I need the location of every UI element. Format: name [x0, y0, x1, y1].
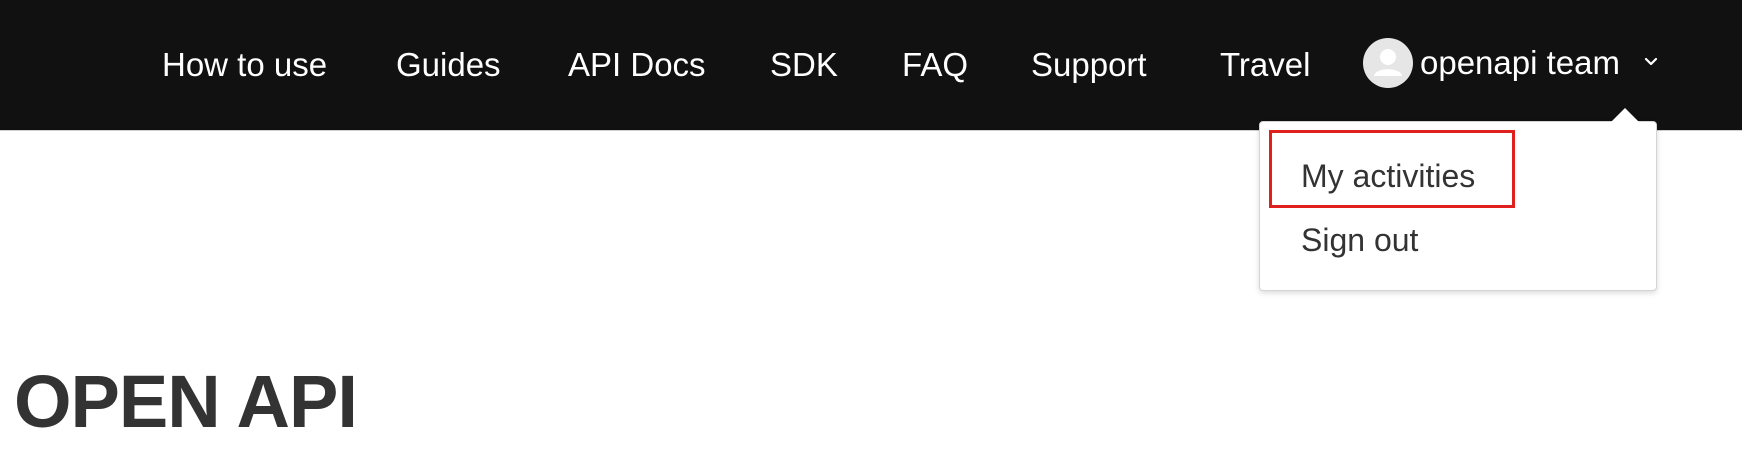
nav-api-docs-link[interactable]: API Docs — [568, 44, 706, 86]
page-title: OPEN API — [14, 360, 358, 443]
user-avatar-icon[interactable] — [1363, 38, 1413, 88]
nav-travel-link[interactable]: Travel — [1220, 44, 1310, 86]
nav-sdk-link[interactable]: SDK — [770, 44, 838, 86]
my-activities-menu-item[interactable]: My activities — [1301, 156, 1475, 196]
user-dropdown-menu: My activities Sign out — [1259, 121, 1657, 291]
sign-out-menu-item[interactable]: Sign out — [1301, 220, 1418, 260]
top-navbar: How to use Guides API Docs SDK FAQ Suppo… — [0, 0, 1742, 131]
nav-faq-link[interactable]: FAQ — [902, 44, 968, 86]
dropdown-caret — [1611, 108, 1639, 122]
user-menu-toggle[interactable]: openapi team — [1420, 42, 1620, 84]
nav-guides-link[interactable]: Guides — [396, 44, 501, 86]
nav-support-link[interactable]: Support — [1031, 44, 1147, 86]
chevron-down-icon[interactable] — [1643, 54, 1659, 70]
nav-how-to-use-link[interactable]: How to use — [162, 44, 327, 86]
